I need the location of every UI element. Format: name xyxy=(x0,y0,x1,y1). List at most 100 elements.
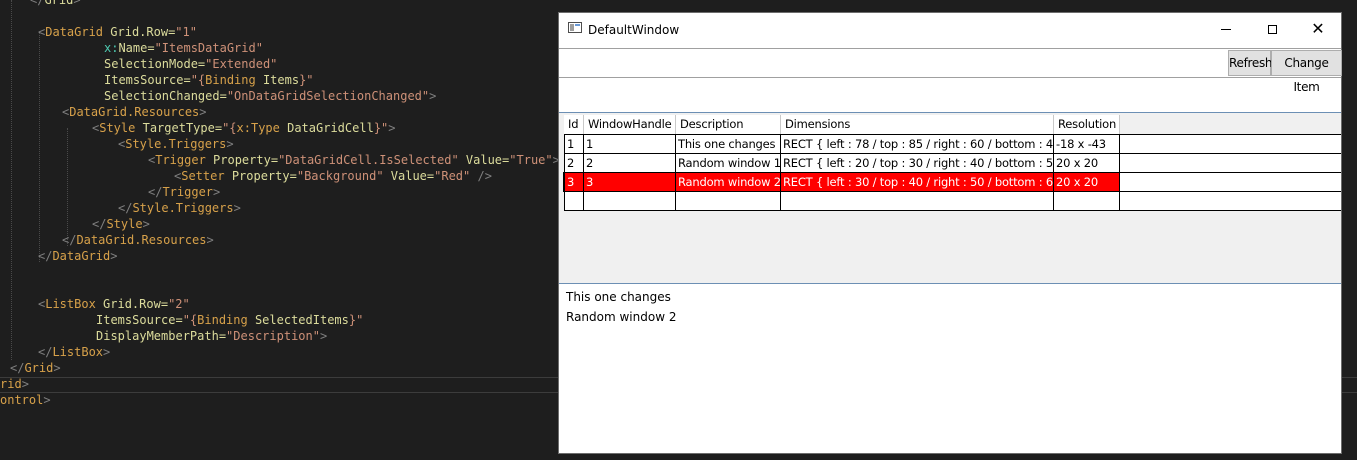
table-cell[interactable]: RECT { left : 78 / top : 85 / right : 60… xyxy=(781,135,1054,153)
table-cell[interactable]: 2 xyxy=(564,154,584,172)
table-cell[interactable]: RECT { left : 30 / top : 40 / right : 50… xyxy=(781,173,1054,191)
code-token: DataGridCell xyxy=(287,121,374,135)
code-token: > xyxy=(233,201,241,215)
code-token: Trigger xyxy=(162,185,214,199)
table-cell[interactable]: 1 xyxy=(584,135,676,153)
code-token: Grid xyxy=(24,361,54,375)
code-token: "True" xyxy=(509,153,553,167)
code-token: > xyxy=(103,345,111,359)
table-cell[interactable]: 20 x 20 xyxy=(1054,154,1120,172)
code-token: Grid xyxy=(44,0,74,7)
table-cell[interactable]: 2 xyxy=(584,154,676,172)
table-cell[interactable]: RECT { left : 20 / top : 30 / right : 40… xyxy=(781,154,1054,172)
column-header[interactable]: Resolution xyxy=(1054,115,1120,134)
row-filler xyxy=(1120,135,1341,153)
row-filler xyxy=(1120,173,1341,191)
window-title: DefaultWindow xyxy=(588,23,680,37)
table-cell[interactable] xyxy=(584,192,676,210)
close-button[interactable]: ✕ xyxy=(1295,13,1341,45)
table-cell[interactable]: Random window 1 xyxy=(676,154,781,172)
code-token: </ xyxy=(10,361,25,375)
code-token: "Description" xyxy=(226,329,320,343)
table-cell[interactable]: 3 xyxy=(563,172,585,192)
code-token: Items xyxy=(262,73,300,87)
code-token: DataGrid xyxy=(52,249,111,263)
change-item-button[interactable]: Change Item xyxy=(1271,50,1342,94)
code-line: <Trigger Property="DataGridCell.IsSelect… xyxy=(148,152,560,168)
text-input[interactable] xyxy=(559,49,1227,77)
code-token: DisplayMemberPath= xyxy=(96,329,227,343)
items-data-grid[interactable]: Id WindowHandle Description Dimensions Resol… xyxy=(559,112,1341,284)
table-cell[interactable]: 1 xyxy=(564,135,584,153)
table-cell[interactable]: -18 x -43 xyxy=(1054,135,1120,153)
table-cell[interactable]: 20 x 20 xyxy=(1054,173,1120,191)
code-token: </ xyxy=(62,233,77,247)
list-item[interactable]: This one changes xyxy=(566,289,671,305)
table-cell[interactable] xyxy=(781,192,1054,210)
code-token: Style.Triggers xyxy=(132,201,234,215)
table-row[interactable]: 1 1 This one changes RECT { left : 78 / top… xyxy=(564,135,1341,154)
code-line: DisplayMemberPath="Description"> xyxy=(96,328,327,344)
code-token: }" xyxy=(299,73,314,87)
code-token: Property= xyxy=(231,169,297,183)
code-token: Binding xyxy=(205,73,263,87)
code-token: Style xyxy=(99,121,143,135)
maximize-icon xyxy=(1267,24,1277,34)
selected-items-listbox[interactable]: This one changes Random window 2 xyxy=(559,284,1341,453)
code-line: <Style TargetType="{x:Type DataGridCell}… xyxy=(92,120,396,136)
column-header[interactable]: Id xyxy=(564,115,584,134)
table-cell[interactable]: Random window 2 xyxy=(676,173,781,191)
minimize-button[interactable] xyxy=(1203,13,1249,45)
indent-guide xyxy=(39,32,40,262)
code-line: </Grid> xyxy=(30,0,81,8)
code-line: </Trigger> xyxy=(148,184,220,200)
table-cell[interactable]: This one changes xyxy=(676,135,781,153)
table-cell[interactable]: 3 xyxy=(584,173,676,191)
code-token: > xyxy=(142,217,150,231)
indent-guide xyxy=(11,0,12,360)
code-line: x:Name="ItemsDataGrid" xyxy=(104,40,263,56)
code-token: "Red" xyxy=(434,169,478,183)
code-line: ItemsSource="{Binding Items}" xyxy=(104,72,314,88)
table-cell[interactable] xyxy=(676,192,781,210)
code-token: </ xyxy=(92,217,107,231)
row-filler xyxy=(1120,192,1341,210)
code-token: "OnDataGridSelectionChanged" xyxy=(226,89,430,103)
code-token: Binding xyxy=(197,313,255,327)
code-token: DataGrid.Resources xyxy=(69,105,200,119)
title-bar[interactable]: DefaultWindow ✕ xyxy=(559,13,1341,47)
table-row[interactable]: 2 2 Random window 1 RECT { left : 20 / top … xyxy=(564,154,1341,173)
code-token: > xyxy=(429,89,437,103)
code-token: "Background" xyxy=(296,169,391,183)
code-token: x:Type xyxy=(236,121,288,135)
code-token: ItemsSource= xyxy=(104,73,191,87)
code-line: <DataGrid.Resources> xyxy=(62,104,207,120)
list-item[interactable]: Random window 2 xyxy=(566,309,676,325)
code-token: > xyxy=(73,0,81,7)
column-header[interactable]: Dimensions xyxy=(781,115,1054,134)
code-line: SelectionMode="Extended" xyxy=(104,56,277,72)
default-window[interactable]: DefaultWindow ✕ Refresh Change Item Id Wi… xyxy=(558,12,1342,454)
column-header[interactable]: Description xyxy=(676,115,781,134)
code-token: "2" xyxy=(168,297,190,311)
table-row[interactable] xyxy=(564,192,1341,211)
code-token: </ xyxy=(118,201,133,215)
maximize-button[interactable] xyxy=(1249,13,1295,45)
code-token: Property= xyxy=(213,153,279,167)
code-line: </DataGrid.Resources> xyxy=(62,232,214,248)
code-token: Style xyxy=(106,217,143,231)
table-cell[interactable] xyxy=(1054,192,1120,210)
code-token: </ xyxy=(38,249,53,263)
table-cell[interactable] xyxy=(564,192,584,210)
code-token: Value= xyxy=(390,169,435,183)
code-line: <Setter Property="Background" Value="Red… xyxy=(174,168,492,184)
grid-header-row: Id WindowHandle Description Dimensions Resol… xyxy=(564,115,1341,134)
code-token: > xyxy=(206,233,214,247)
refresh-button[interactable]: Refresh xyxy=(1228,50,1273,76)
column-header[interactable]: WindowHandle xyxy=(584,115,676,134)
table-row[interactable]: 3 3 Random window 2 RECT { left : 30 / top … xyxy=(563,172,1341,192)
code-token: SelectedItems xyxy=(254,313,349,327)
code-token: "DataGridCell.IsSelected" xyxy=(278,153,466,167)
code-token: > xyxy=(388,121,396,135)
code-token: }" xyxy=(348,313,364,327)
